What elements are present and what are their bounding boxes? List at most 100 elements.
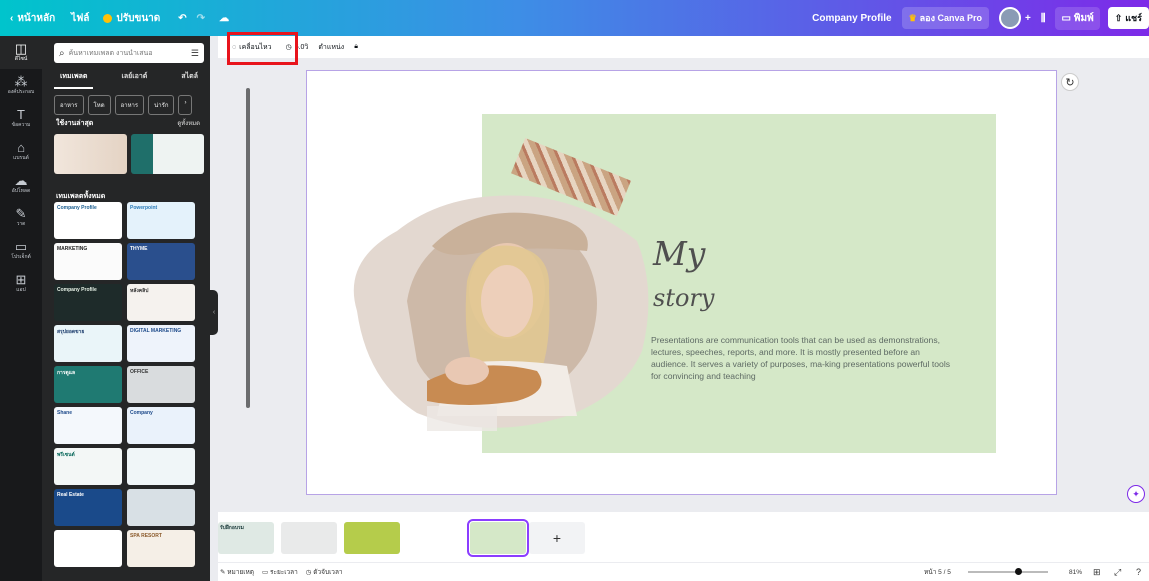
template-card[interactable] [54, 530, 122, 567]
page-thumb-2[interactable] [281, 522, 337, 554]
template-card[interactable]: สรุปยอดขาย [54, 325, 122, 362]
chip[interactable]: น่ารัก [148, 95, 175, 115]
rail-item-draw[interactable]: ✎ วาด [0, 201, 42, 234]
search-icon: ⌕ [59, 47, 65, 59]
template-card[interactable]: Company Profile [54, 202, 122, 239]
template-card-label: MARKETING [57, 246, 88, 252]
chip[interactable]: โหด [87, 95, 111, 115]
rail-item-brand[interactable]: ⌂ แบรนด์ [0, 135, 42, 168]
grid-view-icon[interactable]: ⊞ [1093, 567, 1101, 578]
notes-button[interactable]: ✎ หมายเหตุ [220, 567, 254, 577]
lock-icon[interactable]: 🔒︎ [354, 43, 358, 51]
canvas-toolbar: ◌ เคลื่อนไหว ◷ 5.0วิ ตำแหน่ง 🔒︎ [218, 36, 1149, 58]
slide-heading-story[interactable]: story [653, 284, 714, 312]
page-thumb-5[interactable] [467, 519, 529, 557]
rail-label: อัปโหลด [11, 188, 31, 194]
timer-icon: ▭ [262, 569, 270, 576]
filter-icon[interactable]: ☰ [191, 48, 199, 59]
rail-label: วาด [16, 221, 26, 227]
page-thumb-3[interactable] [344, 522, 400, 554]
template-card-label: THYME [130, 246, 148, 252]
help-icon[interactable]: ? [1136, 567, 1141, 577]
page-thumb-4[interactable] [407, 522, 463, 554]
home-label: หน้าหลัก [17, 12, 56, 24]
template-card[interactable]: Company Profile [54, 284, 122, 321]
fullscreen-icon[interactable]: ⤢ [1114, 567, 1121, 578]
add-page-button[interactable]: + [529, 522, 585, 554]
duration-button[interactable]: ▭ ระยะเวลา [262, 567, 298, 577]
try-pro-button[interactable]: ♛ ลอง Canva Pro [901, 7, 990, 29]
position-button[interactable]: ตำแหน่ง [318, 42, 344, 53]
template-card[interactable]: SPA RESORT [127, 530, 195, 567]
chip[interactable]: อาหาร [54, 95, 84, 115]
search-input[interactable]: ⌕ ค้นหาเทมเพลต งานนำเสนอ ☰ [54, 43, 204, 63]
redo-icon[interactable]: ↷ [197, 13, 205, 24]
page-thumb-1[interactable]: รับฝึกอบรม [218, 522, 274, 554]
chip[interactable]: อาหาร [114, 95, 145, 115]
template-card[interactable]: Company [127, 407, 195, 444]
template-card[interactable]: THYME [127, 243, 195, 280]
draw-icon: ✎ [15, 206, 27, 221]
print-button[interactable]: ▭ พิมพ์ [1055, 6, 1100, 30]
undo-icon[interactable]: ↶ [178, 13, 186, 24]
template-card[interactable]: การดูแล [54, 366, 122, 403]
rail-item-design[interactable]: ◫ ดีไซน์ [0, 36, 42, 69]
thumb-bg [470, 522, 526, 554]
template-card[interactable]: MARKETING [54, 243, 122, 280]
magic-assistant-icon[interactable]: ✦ [1127, 485, 1145, 503]
slide-body-text[interactable]: Presentations are communication tools th… [651, 334, 951, 382]
rail-label: ดีไซน์ [14, 56, 28, 62]
zoom-slider-knob[interactable] [1015, 568, 1022, 575]
avatar[interactable] [999, 7, 1022, 29]
share-button[interactable]: ⇧ แชร์ [1107, 7, 1149, 29]
tab-styles[interactable]: สไตล์ [175, 71, 204, 89]
document-title[interactable]: Company Profile [812, 13, 891, 24]
zoom-slider[interactable] [968, 571, 1048, 573]
search-placeholder: ค้นหาเทมเพลต งานนำเสนอ [68, 49, 153, 57]
collapse-panel-handle[interactable]: ‹ [210, 290, 218, 335]
rail-label: แอป [16, 287, 26, 293]
page-info: หน้า 5 / 5 [924, 569, 951, 576]
slide-canvas[interactable]: My story Presentations are communication… [306, 70, 1057, 495]
template-card[interactable] [127, 448, 195, 485]
template-card[interactable]: Real Estate [54, 489, 122, 526]
rail-label: โปรเจ็กต์ [11, 254, 31, 260]
see-all-link[interactable]: ดูทั้งหมด [177, 118, 200, 128]
stopwatch-label: ตัวจับเวลา [313, 569, 343, 576]
recent-thumb[interactable] [54, 134, 127, 174]
recent-thumb[interactable] [131, 134, 204, 174]
panel-scrollbar[interactable] [246, 88, 250, 408]
home-button[interactable]: ‹ หน้าหลัก [10, 11, 55, 26]
template-card[interactable]: Shane [54, 407, 122, 444]
file-menu[interactable]: ไฟล์ [71, 11, 89, 26]
print-label: พิมพ์ [1073, 12, 1094, 24]
template-card[interactable]: พรีเซนต์ [54, 448, 122, 485]
template-card-label: Company Profile [57, 287, 97, 293]
zoom-level[interactable]: 81% [1069, 569, 1082, 576]
rail-item-apps[interactable]: ⊞ แอป [0, 267, 42, 300]
template-card[interactable] [127, 489, 195, 526]
apps-icon: ⊞ [15, 272, 27, 287]
chevron-right-icon[interactable]: › [178, 95, 193, 115]
all-templates-title: เทมเพลตทั้งหมด [56, 193, 106, 200]
add-collaborator-icon[interactable]: + [1025, 13, 1031, 24]
analytics-icon[interactable]: ⫼ [1041, 13, 1046, 24]
template-card[interactable]: DIGITAL MARKETING [127, 325, 195, 362]
rail-item-projects[interactable]: ▭ โปรเจ็กต์ [0, 234, 42, 267]
cloud-saved-icon[interactable]: ☁ [219, 13, 229, 24]
slide-heading-my[interactable]: My [653, 234, 705, 273]
rail-item-elements[interactable]: ⁂ องค์ประกอบ [0, 69, 42, 102]
template-card[interactable]: Powerpoint [127, 202, 195, 239]
template-card[interactable]: หลังคลิป [127, 284, 195, 321]
text-icon: T [17, 107, 25, 122]
refresh-icon[interactable]: ↻ [1061, 73, 1079, 91]
rail-item-text[interactable]: T ข้อความ [0, 102, 42, 135]
template-card[interactable]: OFFICE [127, 366, 195, 403]
tab-layouts[interactable]: เลย์เอาต์ [115, 71, 153, 89]
resize-button[interactable]: ปรับขนาด [103, 11, 160, 26]
rail-item-uploads[interactable]: ☁ อัปโหลด [0, 168, 42, 201]
tab-templates[interactable]: เทมเพลต [54, 71, 94, 89]
resize-label: ปรับขนาด [116, 12, 161, 24]
rail-label: ข้อความ [11, 122, 31, 128]
stopwatch-button[interactable]: ◷ ตัวจับเวลา [306, 567, 343, 577]
